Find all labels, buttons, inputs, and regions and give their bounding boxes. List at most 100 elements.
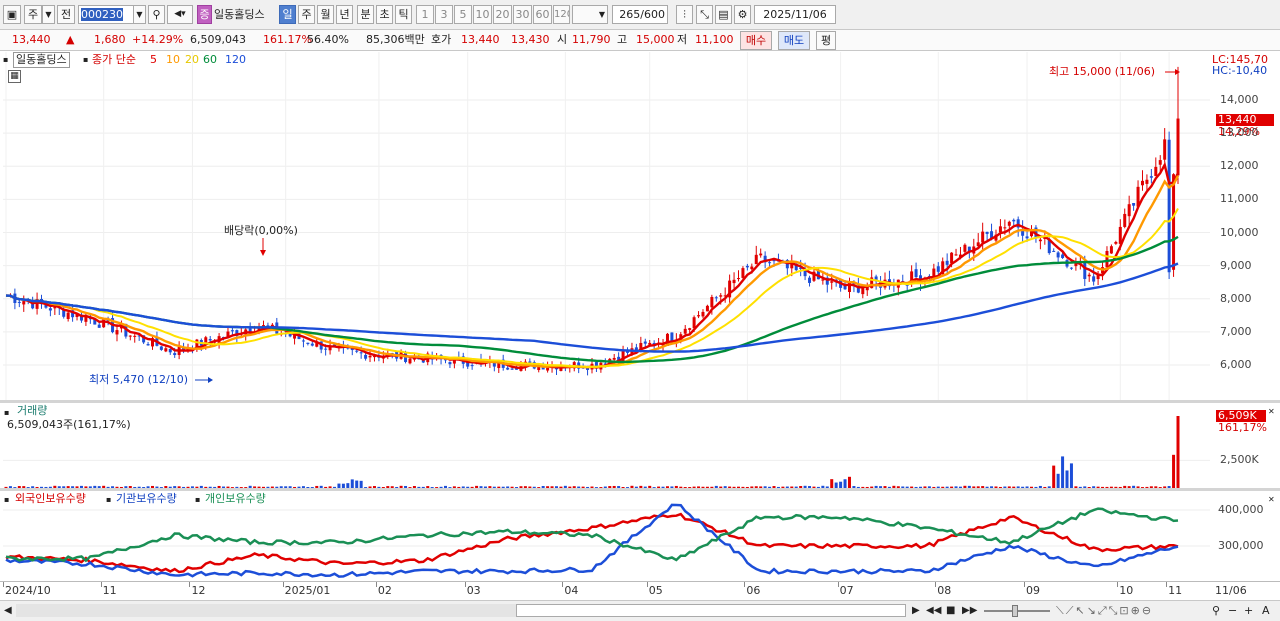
zoom-icon[interactable]: ⚲: [1212, 604, 1220, 618]
candle-body: [688, 328, 692, 330]
zoom-out-icon[interactable]: −: [1228, 604, 1237, 618]
tick-20[interactable]: 20: [493, 5, 512, 24]
average-button[interactable]: 평: [816, 31, 836, 50]
candle-body: [17, 301, 21, 303]
price-y-label: 9,000: [1220, 258, 1252, 272]
tick-custom-dropdown[interactable]: ▼: [572, 5, 608, 24]
candle-body: [408, 358, 412, 364]
tick-3[interactable]: 3: [435, 5, 453, 24]
candle-body: [1154, 166, 1158, 177]
volume-pct-tag: 161,17%: [1218, 421, 1267, 434]
high-annotation: 최고 15,000 (11/06): [1049, 65, 1156, 78]
sell-button[interactable]: 매도: [778, 31, 810, 50]
period-year[interactable]: 년: [336, 5, 353, 24]
legend-handle-icon[interactable]: ▪: [195, 493, 200, 507]
tick-1[interactable]: 1: [416, 5, 434, 24]
period-week[interactable]: 주: [298, 5, 315, 24]
play-icon[interactable]: ▶▶: [962, 604, 977, 618]
scroll-left-icon[interactable]: ◀: [4, 604, 12, 618]
candle-body: [1056, 252, 1060, 258]
candle-body: [1140, 180, 1144, 186]
chevron-down-icon[interactable]: ▼: [42, 5, 55, 24]
legend-handle-icon[interactable]: ▪: [106, 493, 111, 507]
candle-body: [1069, 267, 1073, 269]
holding-handle-icon[interactable]: ▪: [4, 493, 9, 507]
save-icon[interactable]: ▤: [715, 5, 732, 24]
count-input[interactable]: 265/600: [612, 5, 668, 24]
search-icon[interactable]: ⚲: [148, 5, 165, 24]
count-total: /600: [640, 8, 665, 21]
code-dropdown-icon[interactable]: ▼: [133, 5, 146, 24]
font-size-icon[interactable]: A: [1262, 604, 1270, 618]
ma-60-label: 60: [203, 53, 217, 66]
stock-name: 일동홀딩스: [214, 8, 265, 21]
date-input[interactable]: 2025/11/06: [754, 5, 836, 24]
sound-icon[interactable]: ◀▾: [167, 5, 193, 24]
ma-handle-icon[interactable]: ▪: [83, 53, 88, 67]
market-tab-all[interactable]: 전: [57, 5, 75, 24]
stock-code-input[interactable]: 000230: [78, 5, 134, 24]
calculator-icon[interactable]: ▦: [8, 70, 21, 83]
period-day[interactable]: 일: [279, 5, 296, 24]
window-menu-icon[interactable]: ▣: [3, 5, 21, 24]
price-change-pct: +14.29%: [132, 33, 184, 46]
close-icon[interactable]: ✕: [1268, 493, 1275, 507]
low-arrow-head: [208, 377, 213, 383]
legend-foreign: 외국인보유수량: [15, 492, 86, 505]
tick-5[interactable]: 5: [454, 5, 472, 24]
candle-body: [861, 287, 865, 295]
close-icon[interactable]: ✕: [1268, 405, 1275, 419]
candle-body: [821, 279, 825, 281]
volume-bar: [830, 479, 834, 488]
x-axis-label: 10: [1119, 584, 1134, 597]
price-chart[interactable]: [3, 52, 1210, 400]
period-second[interactable]: 초: [376, 5, 393, 24]
bottom-bar: ◀ ▶ ◀◀ ■ ▶▶ ⟍⟋↖↘⤢⤡⊡⊕⊖ ⚲ − + A: [0, 600, 1280, 621]
draw-tool-icon[interactable]: ⤡: [696, 5, 713, 24]
candle-body: [1025, 236, 1029, 239]
candle-type-icon[interactable]: ⫶: [676, 5, 693, 24]
period-tick[interactable]: 틱: [395, 5, 412, 24]
tick-30[interactable]: 30: [513, 5, 532, 24]
candle-body: [1167, 139, 1171, 273]
scrollbar-track[interactable]: [16, 604, 516, 617]
x-tick: [3, 582, 4, 587]
legend-institution: 기관보유수량: [116, 492, 177, 505]
holding-chart[interactable]: [3, 491, 1210, 581]
candle-body: [48, 308, 52, 311]
volume-title: 거래량: [17, 404, 48, 417]
scrollbar-thumb[interactable]: [516, 604, 906, 617]
candle-body: [324, 348, 328, 350]
volume-bar: [1069, 463, 1073, 488]
volume-axis: ✕ 6,509K 161,17% 2,500K: [1210, 403, 1278, 488]
bid-price: 13,430: [511, 33, 550, 46]
candle-body: [1127, 204, 1131, 217]
zoom-in-icon[interactable]: +: [1244, 604, 1253, 618]
candle-body: [1163, 139, 1167, 160]
candle-body: [710, 296, 714, 308]
drawing-tools-icons[interactable]: ⟍⟋↖↘⤢⤡⊡⊕⊖: [1056, 604, 1153, 618]
candle-body: [945, 260, 949, 265]
rewind-icon[interactable]: ◀◀: [926, 604, 941, 618]
candle-body: [84, 316, 88, 322]
x-axis-label: 02: [377, 584, 392, 597]
panel-handle-icon[interactable]: ▪: [3, 53, 8, 67]
gear-icon[interactable]: ⚙: [734, 5, 751, 24]
period-month[interactable]: 월: [317, 5, 334, 24]
tick-120[interactable]: 120: [553, 5, 570, 24]
volume-chart[interactable]: [3, 403, 1210, 488]
candle-body: [470, 365, 474, 367]
scroll-right-icon[interactable]: ▶: [912, 604, 920, 618]
buy-button[interactable]: 매수: [740, 31, 772, 50]
stop-icon[interactable]: ■: [946, 604, 955, 618]
candle-body: [528, 361, 532, 363]
candle-body: [1123, 213, 1127, 227]
market-tab-stock[interactable]: 주: [24, 5, 42, 24]
period-minute[interactable]: 분: [357, 5, 374, 24]
tick-10[interactable]: 10: [473, 5, 492, 24]
candle-body: [998, 226, 1002, 233]
tick-60[interactable]: 60: [533, 5, 552, 24]
candle-body: [355, 350, 359, 352]
zoom-slider-handle[interactable]: [1012, 605, 1018, 617]
candle-body: [1158, 160, 1162, 165]
